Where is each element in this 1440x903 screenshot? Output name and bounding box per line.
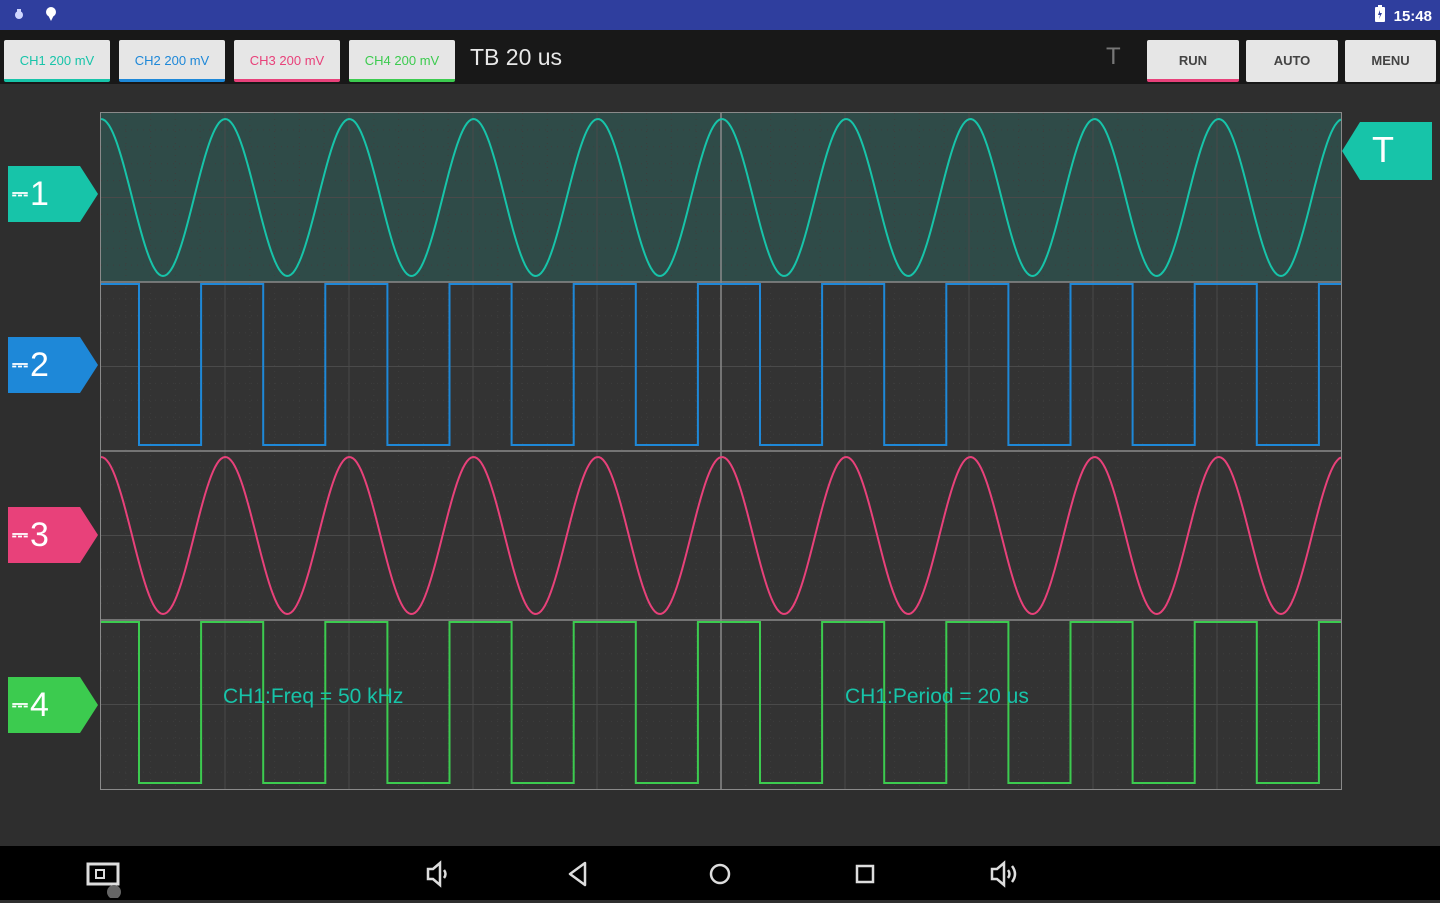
recents-icon[interactable] (849, 858, 881, 890)
home-icon[interactable] (704, 858, 736, 890)
back-icon[interactable] (562, 858, 594, 890)
auto-button[interactable]: AUTO (1246, 40, 1338, 82)
ch2-marker-label: 2 (29, 346, 49, 384)
volume-down-icon[interactable] (422, 858, 454, 890)
ch2-position-marker[interactable]: ⎓ 2 (8, 337, 98, 393)
ch3-marker-label: 3 (29, 516, 49, 554)
menu-button[interactable]: MENU (1345, 40, 1436, 82)
scope-screen[interactable]: CH1:Freq = 50 kHz CH1:Period = 20 us (100, 112, 1342, 790)
trigger-marker-label: T (1372, 129, 1394, 170)
ch1-frequency-readout: CH1:Freq = 50 kHz (223, 685, 404, 708)
dc-coupling-icon: ⎓ (12, 694, 28, 716)
ch4-marker-label: 4 (29, 686, 49, 724)
ch4-scale-button[interactable]: CH4 200 mV (349, 40, 455, 82)
android-notification-icon (12, 7, 26, 26)
trigger-indicator: T (1106, 43, 1121, 70)
status-time: 15:48 (1393, 7, 1432, 25)
status-bar: 15:48 (0, 0, 1440, 30)
ch1-scale-button[interactable]: CH1 200 mV (4, 40, 110, 82)
dc-coupling-icon: ⎓ (12, 524, 28, 546)
ch2-scale-button[interactable]: CH2 200 mV (119, 40, 225, 82)
dc-coupling-icon: ⎓ (12, 354, 28, 376)
volume-up-icon[interactable] (988, 858, 1020, 890)
ch3-position-marker[interactable]: ⎓ 3 (8, 507, 98, 563)
ch3-scale-button[interactable]: CH3 200 mV (234, 40, 340, 82)
location-pin-icon (44, 6, 58, 27)
run-button[interactable]: RUN (1147, 40, 1239, 82)
trigger-level-marker[interactable]: T (1342, 122, 1432, 180)
timebase-label[interactable]: TB 20 us (470, 44, 562, 71)
ch1-period-readout: CH1:Period = 20 us (845, 685, 1029, 708)
ch1-marker-label: 1 (29, 175, 49, 213)
ch4-position-marker[interactable]: ⎓ 4 (8, 677, 98, 733)
ch1-position-marker[interactable]: ⎓ 1 (8, 166, 98, 222)
battery-icon (1374, 5, 1386, 27)
navigation-bar (0, 846, 1440, 900)
dc-coupling-icon: ⎓ (12, 183, 28, 205)
toolbar: CH1 200 mV CH2 200 mV CH3 200 mV CH4 200… (0, 30, 1440, 84)
screenshot-icon[interactable] (86, 858, 121, 899)
